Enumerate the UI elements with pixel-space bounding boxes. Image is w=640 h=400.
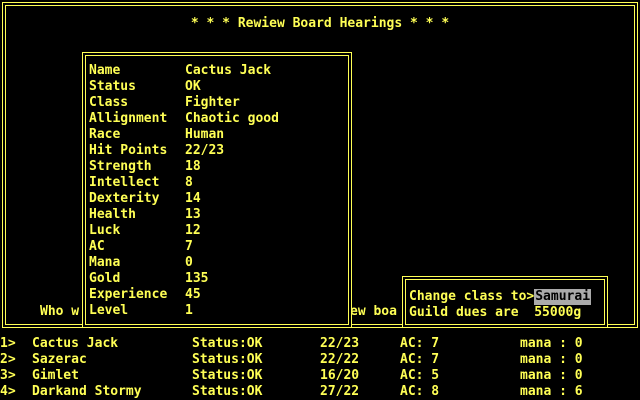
change-class-dialog: Change class to>Samurai Guild dues are 5… — [402, 276, 608, 328]
sheet-value: Chaotic good — [185, 111, 279, 126]
party-member-ac: AC: 5 — [400, 368, 440, 383]
party-slot-number: 1> — [0, 336, 16, 351]
party-member-row[interactable]: 4> Darkand Stormy Status:OK 27/22 AC: 8 … — [0, 384, 640, 400]
sheet-label: Allignment — [89, 111, 168, 126]
party-member-mana: mana : 6 — [520, 384, 583, 399]
sheet-value: 45 — [185, 287, 201, 302]
party-member-ac: AC: 7 — [400, 352, 440, 367]
party-slot-number: 3> — [0, 368, 16, 383]
prompt-text-right: ew boa — [350, 304, 397, 319]
sheet-label: AC — [89, 239, 105, 254]
change-class-prompt: Change class to>Samurai — [409, 289, 592, 305]
sheet-value: 7 — [185, 239, 193, 254]
sheet-value: Human — [185, 127, 225, 142]
party-member-ac: AC: 8 — [400, 384, 440, 399]
party-member-status: Status:OK — [192, 368, 263, 383]
sheet-value: 12 — [185, 223, 201, 238]
party-slot-number: 4> — [0, 384, 16, 399]
guild-dues-text: Guild dues are 55000g — [409, 305, 582, 320]
party-member-hp: 22/23 — [320, 336, 360, 351]
sheet-label: Hit Points — [89, 143, 168, 158]
sheet-value: 22/23 — [185, 143, 225, 158]
sheet-label: Intellect — [89, 175, 160, 190]
screen-title: * * * Rewiew Board Hearings * * * — [190, 16, 450, 31]
sheet-label: Dexterity — [89, 191, 160, 206]
prompt-text-left: Who w — [40, 304, 80, 319]
party-member-status: Status:OK — [192, 336, 263, 351]
sheet-value: 1 — [185, 303, 193, 318]
sheet-value: 14 — [185, 191, 201, 206]
party-member-mana: mana : 0 — [520, 336, 583, 351]
sheet-label: Name — [89, 63, 121, 78]
party-member-name: Darkand Stormy — [32, 384, 142, 399]
party-member-row[interactable]: 1> Cactus Jack Status:OK 22/23 AC: 7 man… — [0, 336, 640, 352]
sheet-value: 0 — [185, 255, 193, 270]
game-screen: * * * Rewiew Board Hearings * * * Who w … — [0, 0, 640, 400]
party-member-mana: mana : 0 — [520, 368, 583, 383]
class-input[interactable]: Samurai — [534, 289, 592, 305]
sheet-label: Status — [89, 79, 136, 94]
party-member-name: Sazerac — [32, 352, 87, 367]
sheet-label: Class — [89, 95, 129, 110]
sheet-label: Gold — [89, 271, 121, 286]
sheet-value: 135 — [185, 271, 209, 286]
sheet-label: Luck — [89, 223, 121, 238]
change-class-label: Change class to> — [409, 289, 535, 304]
sheet-label: Health — [89, 207, 136, 222]
sheet-value: 8 — [185, 175, 193, 190]
sheet-label: Level — [89, 303, 129, 318]
party-member-mana: mana : 0 — [520, 352, 583, 367]
sheet-label: Strength — [89, 159, 152, 174]
party-member-hp: 16/20 — [320, 368, 360, 383]
character-sheet: Name Cactus Jack Status OK Class Fighter… — [82, 52, 352, 328]
sheet-value: 13 — [185, 207, 201, 222]
sheet-value: Cactus Jack — [185, 63, 272, 78]
party-member-hp: 22/22 — [320, 352, 360, 367]
sheet-value: Fighter — [185, 95, 240, 110]
sheet-value: OK — [185, 79, 201, 94]
party-member-status: Status:OK — [192, 352, 263, 367]
sheet-label: Experience — [89, 287, 168, 302]
sheet-label: Race — [89, 127, 121, 142]
party-member-hp: 27/22 — [320, 384, 360, 399]
party-member-name: Gimlet — [32, 368, 79, 383]
party-member-name: Cactus Jack — [32, 336, 119, 351]
party-member-ac: AC: 7 — [400, 336, 440, 351]
party-member-row[interactable]: 2> Sazerac Status:OK 22/22 AC: 7 mana : … — [0, 352, 640, 368]
party-member-row[interactable]: 3> Gimlet Status:OK 16/20 AC: 5 mana : 0 — [0, 368, 640, 384]
sheet-value: 18 — [185, 159, 201, 174]
party-slot-number: 2> — [0, 352, 16, 367]
sheet-label: Mana — [89, 255, 121, 270]
party-member-status: Status:OK — [192, 384, 263, 399]
